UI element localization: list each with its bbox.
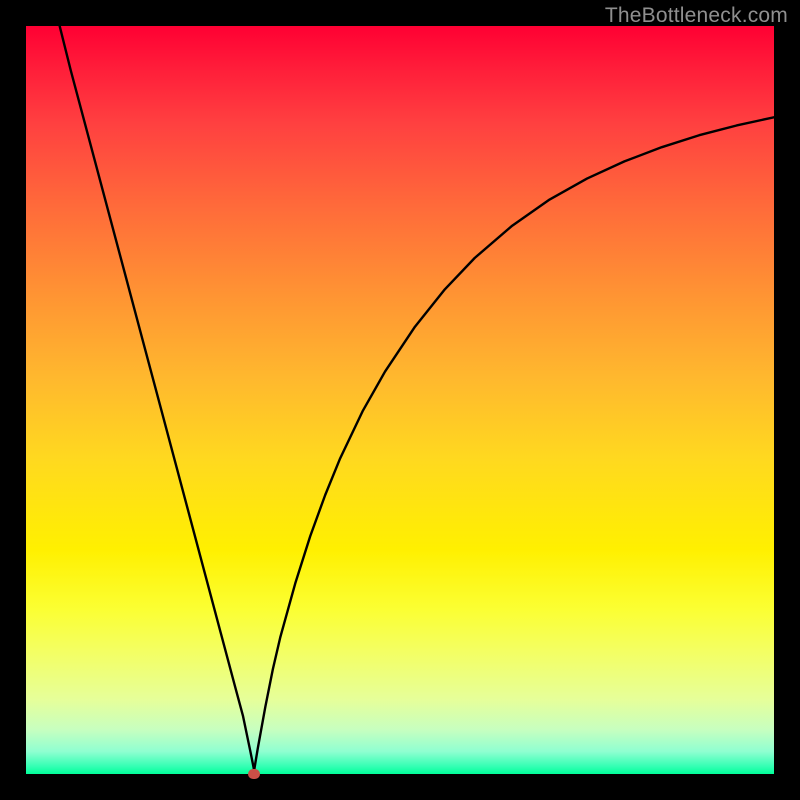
watermark-text: TheBottleneck.com xyxy=(605,4,788,28)
plot-area xyxy=(26,26,774,774)
optimum-marker xyxy=(248,769,260,779)
plot-frame xyxy=(26,26,774,774)
curve-svg xyxy=(26,26,774,774)
bottleneck-curve xyxy=(56,26,774,770)
chart-stage: TheBottleneck.com xyxy=(0,0,800,800)
